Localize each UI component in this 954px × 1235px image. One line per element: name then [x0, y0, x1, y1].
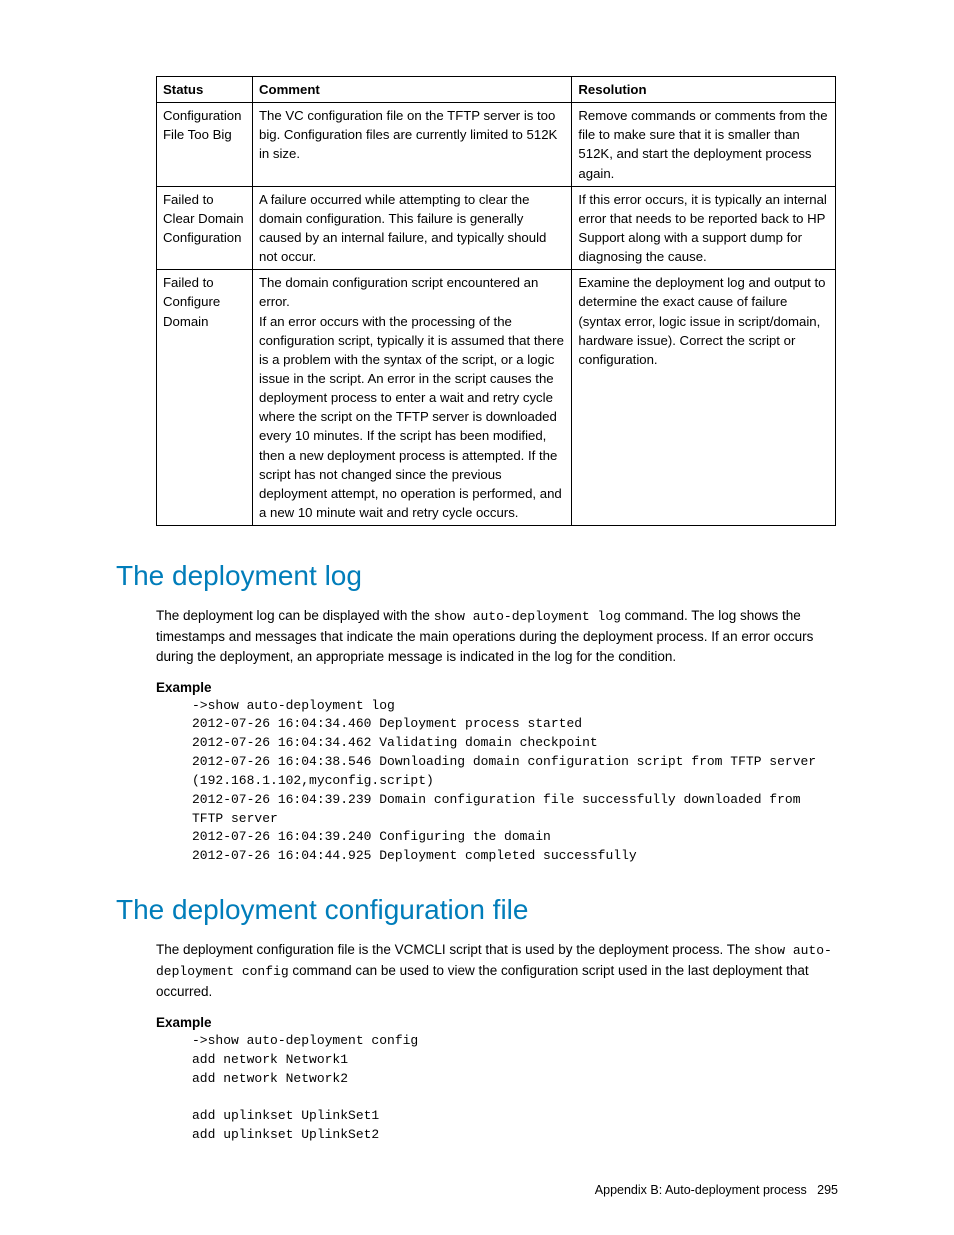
- th-status: Status: [157, 77, 253, 103]
- cell-resolution: If this error occurs, it is typically an…: [572, 186, 836, 270]
- page-footer: Appendix B: Auto-deployment process 295: [595, 1183, 838, 1197]
- footer-text: Appendix B: Auto-deployment process: [595, 1183, 807, 1197]
- table-row: Configuration File Too Big The VC config…: [157, 103, 836, 187]
- cell-status: Failed to Configure Domain: [157, 270, 253, 526]
- text: The deployment configuration file is the…: [156, 942, 754, 957]
- cell-comment: A failure occurred while attempting to c…: [252, 186, 571, 270]
- page: Status Comment Resolution Configuration …: [0, 0, 954, 1235]
- cell-status: Failed to Clear Domain Configuration: [157, 186, 253, 270]
- heading-deployment-log: The deployment log: [116, 560, 838, 592]
- cell-comment: The VC configuration file on the TFTP se…: [252, 103, 571, 187]
- code-block-deployment-config: ->show auto-deployment config add networ…: [192, 1032, 832, 1145]
- inline-code-command: show auto-deployment log: [434, 609, 621, 624]
- cell-status: Configuration File Too Big: [157, 103, 253, 187]
- example-label: Example: [156, 680, 838, 695]
- th-resolution: Resolution: [572, 77, 836, 103]
- th-comment: Comment: [252, 77, 571, 103]
- paragraph-deployment-config: The deployment configuration file is the…: [156, 940, 836, 1001]
- table-header-row: Status Comment Resolution: [157, 77, 836, 103]
- cell-comment: The domain configuration script encounte…: [252, 270, 571, 526]
- cell-resolution: Examine the deployment log and output to…: [572, 270, 836, 526]
- table-row: Failed to Clear Domain Configuration A f…: [157, 186, 836, 270]
- paragraph-deployment-log: The deployment log can be displayed with…: [156, 606, 836, 666]
- page-number: 295: [817, 1183, 838, 1197]
- table-row: Failed to Configure Domain The domain co…: [157, 270, 836, 526]
- status-table: Status Comment Resolution Configuration …: [156, 76, 836, 526]
- text: The deployment log can be displayed with…: [156, 608, 434, 623]
- example-label: Example: [156, 1015, 838, 1030]
- heading-deployment-config-file: The deployment configuration file: [116, 894, 838, 926]
- cell-resolution: Remove commands or comments from the fil…: [572, 103, 836, 187]
- code-block-deployment-log: ->show auto-deployment log 2012-07-26 16…: [192, 697, 832, 867]
